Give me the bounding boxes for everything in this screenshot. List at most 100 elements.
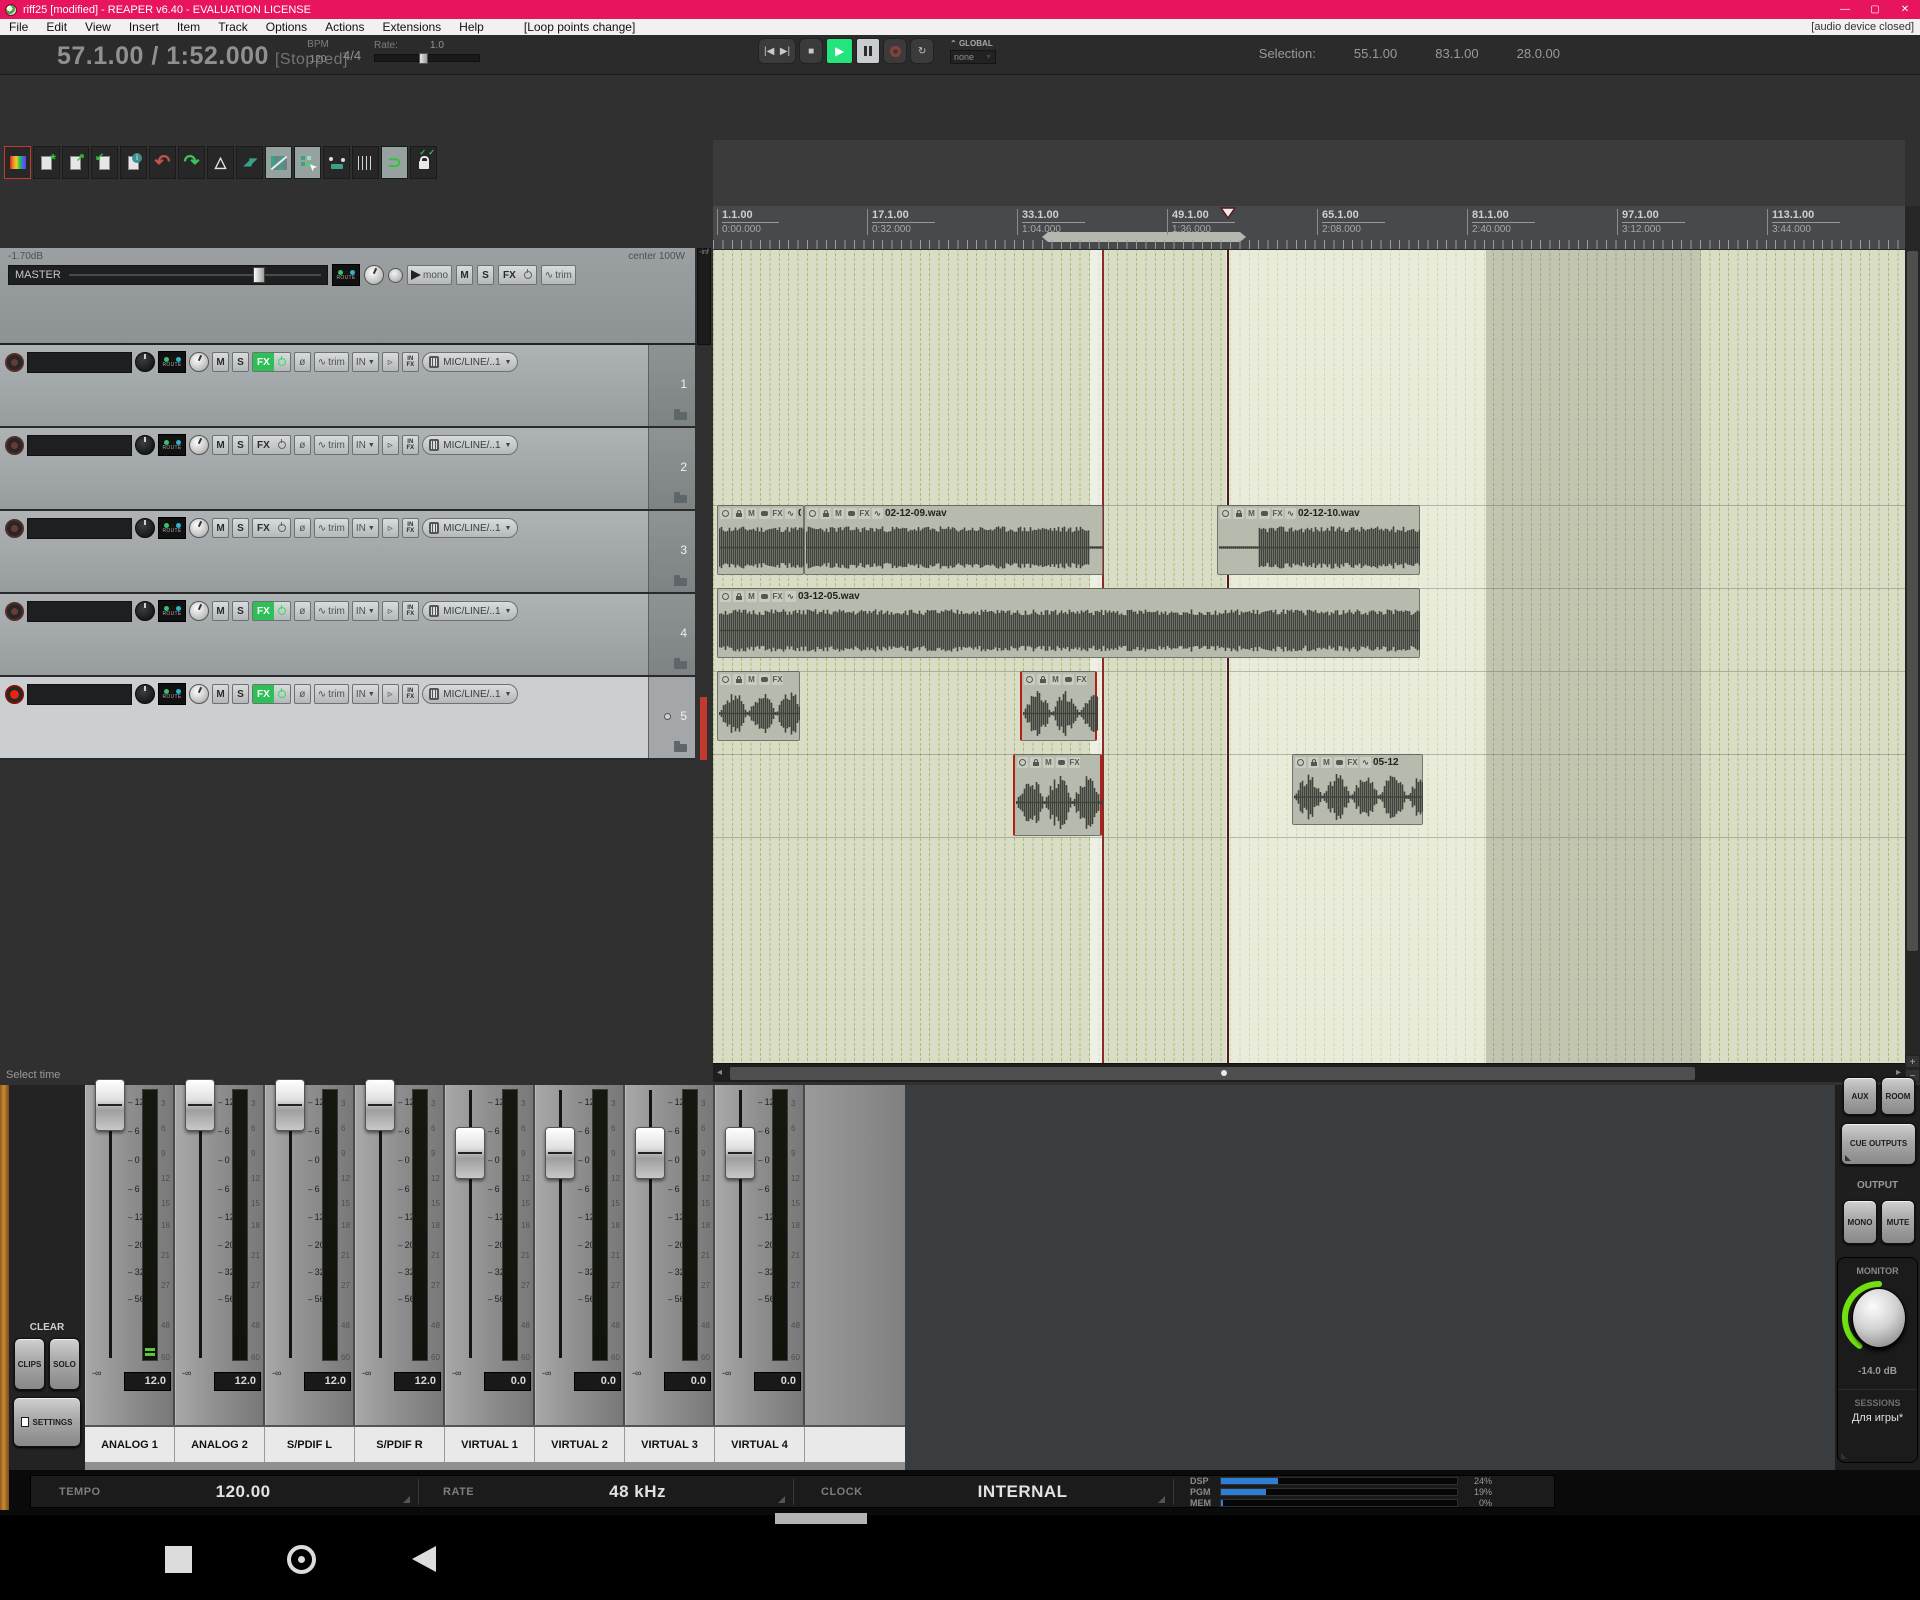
item-mute-icon[interactable]: M <box>833 508 844 519</box>
rate-slider[interactable] <box>374 54 480 62</box>
item-lock-icon[interactable] <box>733 674 744 685</box>
menu-help[interactable]: Help <box>450 20 493 34</box>
menu-view[interactable]: View <box>76 20 120 34</box>
zoom-in-button[interactable]: + <box>1905 1055 1920 1068</box>
track-io-button[interactable]: MIC/LINE/..1▼ <box>422 601 519 621</box>
item-mute-icon[interactable]: M <box>1246 508 1257 519</box>
track-solo-button[interactable]: S <box>232 518 249 538</box>
item-fx-icon[interactable]: FX <box>772 508 783 519</box>
track-input-button[interactable]: IN▼ <box>352 518 379 538</box>
master-trim-button[interactable]: ∿trim <box>541 265 576 285</box>
channel-gain-value[interactable]: 0.0 <box>574 1372 621 1391</box>
settings-button[interactable]: SETTINGS <box>13 1397 81 1447</box>
arrange-item[interactable]: MFX∿02-1 <box>717 505 804 575</box>
item-volume-knob-icon[interactable] <box>720 674 731 685</box>
track-fx-button[interactable]: FX <box>252 601 291 621</box>
menu-options[interactable]: Options <box>257 20 316 34</box>
track-handle-dot[interactable] <box>664 713 671 720</box>
track-pan-knob[interactable] <box>189 518 209 538</box>
channel-gain-value[interactable]: 12.0 <box>124 1372 171 1391</box>
fx-power-icon[interactable] <box>274 602 290 620</box>
track-volume-knob[interactable] <box>135 352 155 372</box>
item-notes-icon[interactable] <box>759 591 770 602</box>
channel-fader[interactable] <box>365 1079 395 1131</box>
clock-value[interactable]: INTERNAL <box>978 1482 1068 1502</box>
record-arm-button[interactable] <box>5 353 24 372</box>
folder-icon[interactable] <box>674 578 687 586</box>
global-automation-mode[interactable]: none▼ <box>950 50 996 64</box>
track-route-button[interactable]: ROUTE <box>158 434 186 456</box>
record-button[interactable] <box>883 38 907 64</box>
session-name[interactable]: Для игры* <box>1838 1412 1917 1424</box>
channel-fader[interactable] <box>275 1079 305 1131</box>
track-phase-button[interactable]: ø <box>294 518 311 538</box>
clear-clips-button[interactable]: CLIPS <box>14 1338 45 1390</box>
item-mute-icon[interactable]: M <box>1050 674 1061 685</box>
pause-button[interactable] <box>856 38 880 64</box>
track-input-button[interactable]: IN▼ <box>352 435 379 455</box>
master-fx-button[interactable]: FX <box>498 265 537 285</box>
horizontal-scroll-thumb[interactable] <box>730 1067 1695 1080</box>
track-mute-button[interactable]: M <box>212 352 229 372</box>
track-input-button[interactable]: IN▼ <box>352 352 379 372</box>
track-input-button[interactable]: IN▼ <box>352 684 379 704</box>
channel-label[interactable]: S/PDIF R <box>355 1427 445 1462</box>
play-button[interactable]: ▶ <box>826 38 853 64</box>
recent-apps-icon[interactable] <box>165 1546 192 1573</box>
track-name-input[interactable] <box>27 684 132 705</box>
track-monitor-button[interactable]: ▹ <box>382 352 399 372</box>
item-fx-icon[interactable]: FX <box>1347 757 1358 768</box>
track-io-button[interactable]: MIC/LINE/..1▼ <box>422 518 519 538</box>
track-solo-button[interactable]: S <box>232 601 249 621</box>
channel-label[interactable]: VIRTUAL 3 <box>625 1427 715 1462</box>
track-volume-knob[interactable] <box>135 435 155 455</box>
channel-gain-value[interactable]: 0.0 <box>754 1372 801 1391</box>
arrange-item[interactable]: MFX∿03-12-05.wav <box>717 588 1420 658</box>
toolbar-locking-button[interactable]: ✓ ✓ <box>410 146 437 179</box>
track-solo-button[interactable]: S <box>232 352 249 372</box>
channel-gain-value[interactable]: 12.0 <box>394 1372 441 1391</box>
item-notes-icon[interactable] <box>846 508 857 519</box>
track-monitor-button[interactable]: ▹ <box>382 684 399 704</box>
item-volume-knob-icon[interactable] <box>720 591 731 602</box>
track-solo-button[interactable]: S <box>232 435 249 455</box>
menu-file[interactable]: File <box>0 20 37 34</box>
item-notes-icon[interactable] <box>759 674 770 685</box>
toolbar-ripple-edit-button[interactable]: ⊃ <box>381 146 408 179</box>
toolbar-envelope-points-button[interactable] <box>323 146 350 179</box>
channel-label[interactable]: VIRTUAL 1 <box>445 1427 535 1462</box>
channel-label[interactable]: ANALOG 2 <box>175 1427 265 1462</box>
item-notes-icon[interactable] <box>1063 674 1074 685</box>
track-panel-2[interactable]: ROUTEMSFXø∿trimIN▼▹INFXMIC/LINE/..1▼2 <box>0 428 695 511</box>
channel-gain-value[interactable]: 12.0 <box>214 1372 261 1391</box>
track-fx-button[interactable]: FX <box>252 435 291 455</box>
arrange-item[interactable]: MFX <box>1013 754 1102 836</box>
channel-fader[interactable] <box>95 1079 125 1131</box>
track-fx-button[interactable]: FX <box>252 684 291 704</box>
room-button[interactable]: ROOM <box>1881 1077 1915 1115</box>
tempo-section[interactable]: TEMPO 120.00 <box>31 1476 416 1507</box>
channel-label[interactable]: S/PDIF L <box>265 1427 355 1462</box>
track-panel-5[interactable]: ROUTEMSFXø∿trimIN▼▹INFXMIC/LINE/..1▼5 <box>0 677 695 760</box>
channel-fader[interactable] <box>545 1127 575 1179</box>
track-monitor-button[interactable]: ▹ <box>382 435 399 455</box>
track-panel-1[interactable]: ROUTEMSFXø∿trimIN▼▹INFXMIC/LINE/..1▼1 <box>0 345 695 428</box>
item-envelope-icon[interactable]: ∿ <box>785 591 796 602</box>
arrange-item[interactable]: MFX∿02-12-10.wav <box>1217 505 1420 575</box>
toolbar-project-info-button[interactable]: i <box>120 146 147 179</box>
track-volume-knob[interactable] <box>135 684 155 704</box>
track-input-button[interactable]: IN▼ <box>352 601 379 621</box>
track-input-fx-button[interactable]: INFX <box>402 601 419 621</box>
item-notes-icon[interactable] <box>1259 508 1270 519</box>
menu-extensions[interactable]: Extensions <box>373 20 450 34</box>
item-mute-icon[interactable]: M <box>746 508 757 519</box>
toolbar-metronome-button[interactable]: △ <box>207 146 234 179</box>
track-route-button[interactable]: ROUTE <box>158 600 186 622</box>
track-monitor-button[interactable]: ▹ <box>382 518 399 538</box>
horizontal-scrollbar[interactable]: ◂ ▸ <box>713 1063 1905 1082</box>
track-phase-button[interactable]: ø <box>294 352 311 372</box>
track-pan-knob[interactable] <box>189 684 209 704</box>
item-notes-icon[interactable] <box>759 508 770 519</box>
track-phase-button[interactable]: ø <box>294 684 311 704</box>
item-lock-icon[interactable] <box>1233 508 1244 519</box>
